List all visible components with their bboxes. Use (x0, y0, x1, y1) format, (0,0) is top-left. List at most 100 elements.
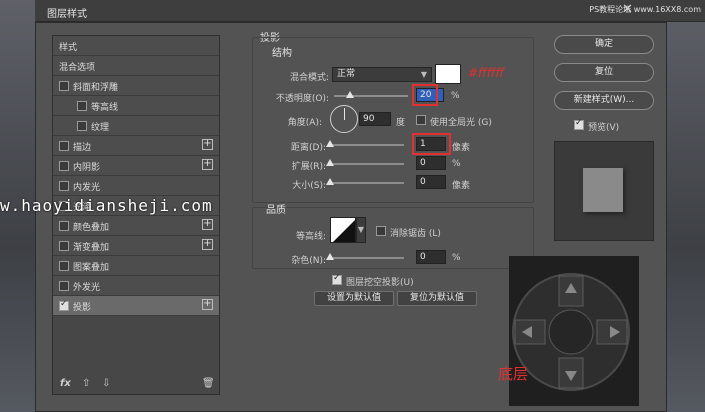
style-list: 样式 混合选项 斜面和浮雕 等高线 纹理 描边 + 内阴影 + 内发光 光泽 颜色叠加 + 渐变叠加 + 图案… (52, 35, 220, 395)
style-checkbox[interactable] (77, 121, 87, 131)
opacity-unit: % (451, 91, 460, 101)
style-list-item[interactable]: 颜色叠加 + (53, 216, 219, 236)
style-checkbox[interactable] (59, 241, 69, 251)
watermark-mid: w.haoyidiansheji.com (0, 196, 213, 215)
style-list-label: 渐变叠加 (73, 243, 110, 253)
preview-label: 预览(V) (588, 123, 620, 133)
spread-slider-handle[interactable] (326, 159, 334, 166)
new-style-button[interactable]: 新建样式(W)... (554, 91, 654, 110)
noise-label: 杂色(N): (291, 256, 326, 266)
style-list-item[interactable]: 描边 + (53, 136, 219, 156)
add-icon[interactable]: + (202, 219, 213, 230)
size-slider[interactable] (326, 178, 404, 185)
style-list-item[interactable]: 内阴影 + (53, 156, 219, 176)
style-preview (554, 141, 654, 241)
style-list-item[interactable]: 渐变叠加 + (53, 236, 219, 256)
style-checkbox[interactable] (59, 299, 69, 311)
preview-checkbox[interactable] (574, 118, 584, 130)
window-title: 图层样式 (47, 9, 87, 20)
noise-slider[interactable] (326, 253, 404, 260)
style-list-item[interactable]: 等高线 (53, 96, 219, 116)
distance-slider-handle[interactable] (326, 140, 334, 147)
distance-unit: 像素 (452, 143, 471, 153)
spread-input[interactable]: 0 (416, 156, 446, 170)
dpad-image (509, 256, 639, 406)
style-checkbox[interactable] (59, 141, 69, 151)
shadow-color-swatch[interactable] (435, 64, 461, 84)
list-footer: fx ⇧ ⇩ 🗑 (52, 375, 220, 395)
global-light-checkbox[interactable] (416, 115, 426, 125)
watermark-top: PS教程论坛 www.16XX8.com (589, 5, 701, 14)
angle-input[interactable]: 90 (359, 112, 391, 126)
size-input[interactable]: 0 (416, 175, 446, 189)
style-list-item[interactable]: 投影 + (53, 296, 219, 316)
reset-button[interactable]: 复位 (554, 63, 654, 82)
distance-highlight (412, 133, 451, 155)
angle-label: 角度(A): (287, 118, 322, 128)
style-list-item[interactable]: 内发光 (53, 176, 219, 196)
chevron-down-icon: ▼ (420, 70, 427, 79)
global-light-label: 使用全局光 (G) (430, 118, 492, 128)
structure-title: 结构 (272, 48, 292, 59)
blend-mode-select[interactable]: 正常 ▼ (332, 67, 432, 82)
style-checkbox[interactable] (77, 101, 87, 111)
bottom-layer-annotation: 底层 (498, 365, 529, 383)
move-down-icon[interactable]: ⇩ (102, 378, 110, 389)
spread-slider[interactable] (326, 159, 404, 166)
size-slider-handle[interactable] (326, 178, 334, 185)
style-list-item[interactable]: 斜面和浮雕 (53, 76, 219, 96)
trash-icon[interactable]: 🗑 (202, 378, 215, 389)
title-bar: 图层样式 ✕ PS教程论坛 www.16XX8.com (35, 0, 705, 22)
style-list-label: 斜面和浮雕 (73, 83, 119, 93)
style-checkbox[interactable] (59, 221, 69, 231)
make-default-button[interactable]: 设置为默认值 (314, 291, 394, 306)
preview-swatch (583, 168, 623, 212)
distance-label: 距离(D): (291, 143, 326, 153)
move-up-icon[interactable]: ⇧ (82, 378, 90, 389)
knockout-checkbox[interactable] (332, 273, 342, 285)
add-icon[interactable]: + (202, 239, 213, 250)
distance-slider[interactable] (326, 140, 404, 147)
add-icon[interactable]: + (202, 299, 213, 310)
opacity-slider-handle[interactable] (346, 91, 354, 98)
contour-dropdown-icon[interactable]: ▼ (356, 217, 366, 243)
style-list-item[interactable]: 混合选项 (53, 56, 219, 76)
style-list-item[interactable]: 图案叠加 (53, 256, 219, 276)
style-list-label: 样式 (59, 43, 78, 53)
contour-picker[interactable] (330, 217, 356, 243)
ok-button[interactable]: 确定 (554, 35, 654, 54)
style-list-label: 内发光 (73, 183, 101, 193)
blend-mode-value: 正常 (337, 69, 356, 79)
style-list-label: 纹理 (91, 123, 110, 133)
noise-slider-handle[interactable] (326, 253, 334, 260)
anti-alias-checkbox[interactable] (376, 226, 386, 236)
anti-alias-label: 消除锯齿 (L) (390, 229, 441, 239)
dpad-graphic (512, 273, 630, 391)
style-list-label: 颜色叠加 (73, 223, 110, 233)
color-annotation: #ffffff (468, 66, 505, 80)
style-list-label: 等高线 (91, 103, 119, 113)
angle-dial[interactable] (330, 105, 358, 133)
style-checkbox[interactable] (59, 281, 69, 291)
spread-label: 扩展(R): (291, 162, 326, 172)
style-checkbox[interactable] (59, 81, 69, 91)
style-list-item[interactable]: 外发光 (53, 276, 219, 296)
style-list-label: 描边 (73, 143, 92, 153)
style-checkbox[interactable] (59, 261, 69, 271)
add-icon[interactable]: + (202, 159, 213, 170)
reset-default-button[interactable]: 复位为默认值 (397, 291, 477, 306)
style-list-label: 图案叠加 (73, 263, 110, 273)
fx-icon[interactable]: fx (60, 378, 71, 389)
size-unit: 像素 (452, 181, 471, 191)
add-icon[interactable]: + (202, 139, 213, 150)
blend-mode-label: 混合模式: (289, 73, 329, 83)
style-checkbox[interactable] (59, 181, 69, 191)
opacity-slider[interactable] (334, 91, 408, 98)
angle-dial-needle (344, 108, 345, 120)
style-list-item[interactable]: 纹理 (53, 116, 219, 136)
noise-input[interactable]: 0 (416, 250, 446, 264)
style-checkbox[interactable] (59, 161, 69, 171)
style-list-label: 外发光 (73, 283, 101, 293)
contour-label: 等高线: (295, 232, 326, 242)
style-list-item[interactable]: 样式 (53, 36, 219, 56)
